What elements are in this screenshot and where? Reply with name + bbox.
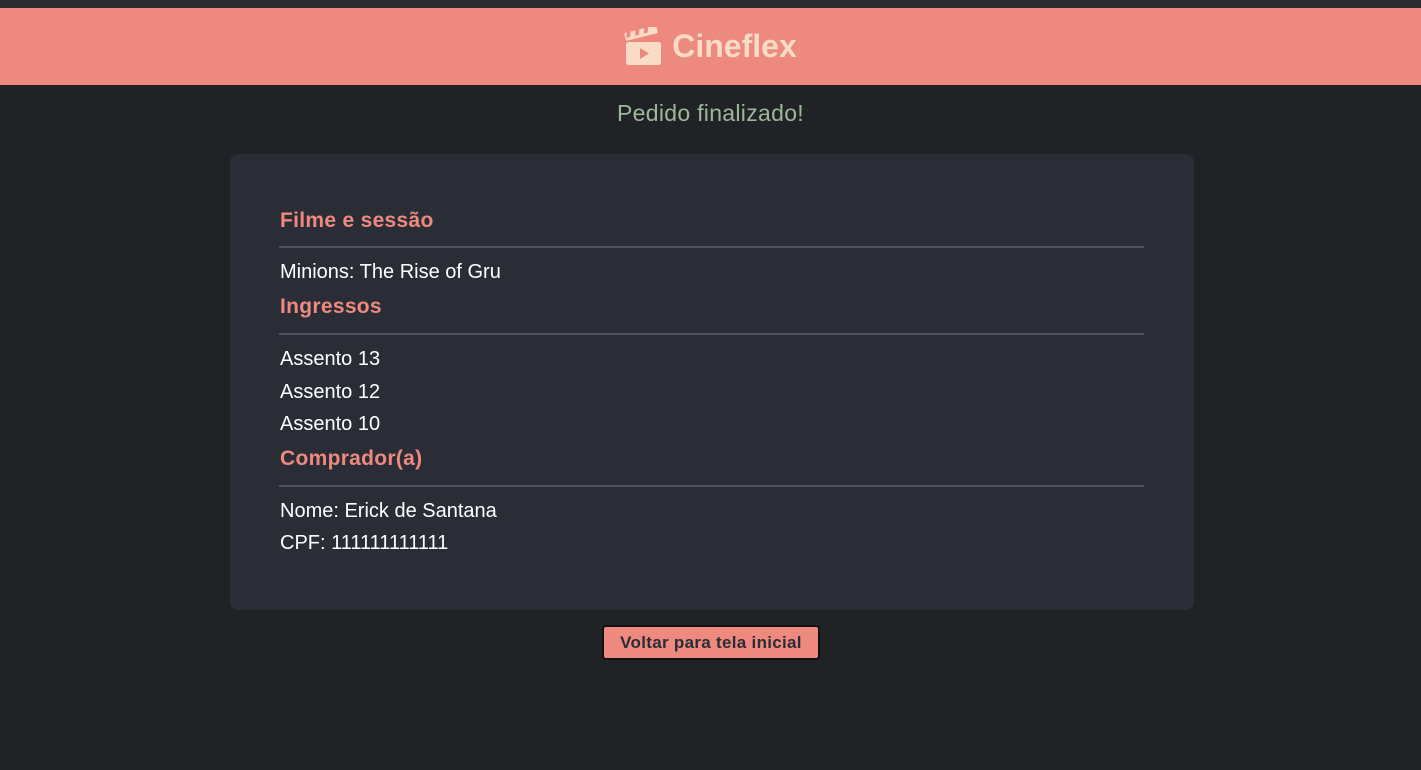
app-name: Cineflex xyxy=(672,28,797,64)
buyer-name: Nome: Erick de Santana xyxy=(280,500,497,522)
movie-title: Minions: The Rise of Gru xyxy=(280,261,501,283)
clapperboard-icon xyxy=(624,26,662,65)
seat-item: Assento 12 xyxy=(280,381,381,403)
buyer-cpf: CPF: 111111111111 xyxy=(280,532,449,554)
tickets-section-title: Ingressos xyxy=(280,295,382,318)
app-header: Cineflex xyxy=(0,8,1421,85)
movie-section-divider xyxy=(279,246,1144,248)
seat-item: Assento 13 xyxy=(280,348,381,370)
order-summary-card: Filme e sessão Minions: The Rise of Gru … xyxy=(230,154,1194,610)
brand-logo[interactable]: Cineflex xyxy=(624,26,797,67)
back-to-home-button[interactable]: Voltar para tela inicial xyxy=(602,625,820,660)
window-top-strip xyxy=(0,0,1421,8)
tickets-section-divider xyxy=(279,333,1144,335)
buyer-section-title: Comprador(a) xyxy=(280,447,423,470)
order-status-title: Pedido finalizado! xyxy=(617,100,804,126)
buyer-section-divider xyxy=(279,485,1144,487)
movie-section-title: Filme e sessão xyxy=(280,209,434,232)
seat-item: Assento 10 xyxy=(280,413,381,435)
